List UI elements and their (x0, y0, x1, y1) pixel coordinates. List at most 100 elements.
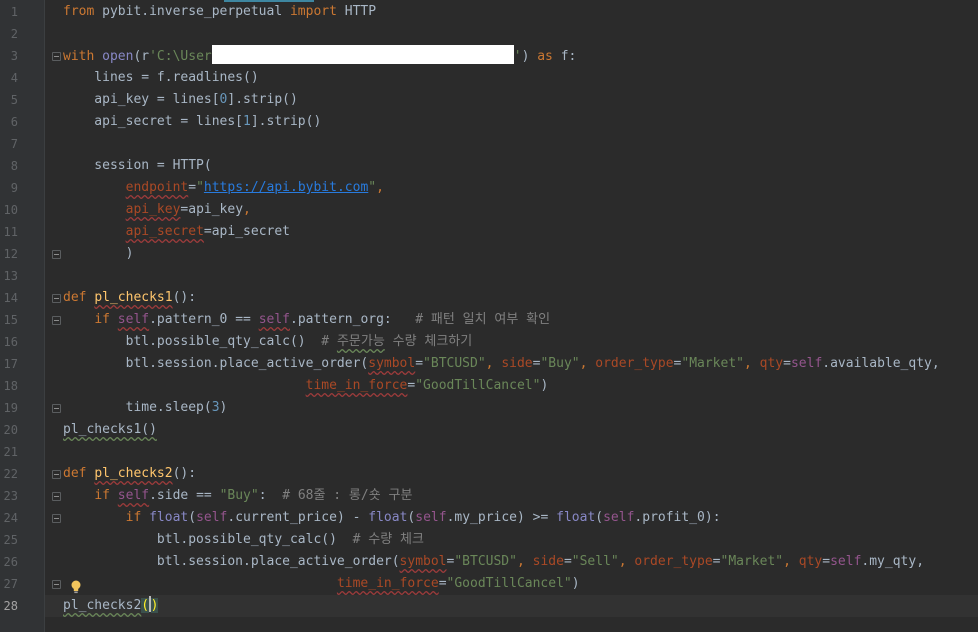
matched-paren: ( (141, 598, 150, 613)
keyword-arg-side: side (532, 554, 564, 569)
code-line-17[interactable]: btl.session.place_active_order(symbol="B… (63, 353, 940, 375)
redacted-path-block (211, 45, 514, 64)
code-line-1[interactable]: from pybit.inverse_perpetual import HTTP (63, 1, 376, 23)
keyword-arg-qty: qty (798, 554, 823, 569)
line-number: 13 (3, 269, 18, 283)
code-token: ].strip() (227, 92, 298, 107)
line-number: 6 (10, 115, 18, 129)
code-line-20[interactable]: pl_checks1() (63, 419, 157, 441)
keyword-arg-api-key: api_key (125, 202, 181, 217)
code-line-24[interactable]: if float(self.current_price) - float(sel… (63, 507, 721, 529)
code-line-19[interactable]: time.sleep(3) (63, 397, 228, 419)
fold-marker-icon[interactable] (52, 52, 61, 61)
code-line-9[interactable]: endpoint="https://api.bybit.com", (63, 177, 384, 199)
line-number: 18 (3, 379, 18, 393)
fold-marker-icon[interactable] (52, 316, 61, 325)
code-token: .available_qty, (822, 356, 940, 371)
code-editor[interactable]: 1 2 3 4 5 6 7 8 9 10 11 12 13 14 15 16 1… (0, 0, 978, 632)
builtin-float: float (556, 510, 596, 525)
url-link[interactable]: https://api.bybit.com (204, 180, 368, 195)
fold-marker-icon[interactable] (52, 492, 61, 501)
line-number: 21 (3, 445, 18, 459)
keyword-arg-api-secret: api_secret (125, 224, 204, 239)
fold-marker-icon[interactable] (52, 514, 61, 523)
code-token: ) (63, 246, 134, 261)
code-line-4[interactable]: lines = f.readlines() (63, 67, 258, 89)
code-token: .pattern_org: (290, 312, 416, 327)
code-line-26[interactable]: btl.session.place_active_order(symbol = "B… (63, 551, 924, 573)
code-line-11[interactable]: api_secret=api_secret (63, 221, 290, 243)
code-line-8[interactable]: session = HTTP( (63, 155, 212, 177)
keyword-if: if (94, 488, 110, 503)
code-token: btl.session.place_active_order( (63, 356, 369, 371)
code-line-16[interactable]: btl.possible_qty_calc() # 주문가능 수량 체크하기 (63, 331, 473, 353)
fold-marker-icon[interactable] (52, 404, 61, 413)
string-literal: "GoodTillCancel" (415, 378, 541, 393)
code-token: .profit_0): (634, 510, 721, 525)
code-line-25[interactable]: btl.possible_qty_calc() # 수량 체크 (63, 529, 424, 551)
line-number: 25 (3, 533, 18, 547)
comment: 수량 체크하기 (384, 334, 473, 349)
code-line-14[interactable]: def pl_checks1(): (63, 287, 196, 309)
comma: , (516, 554, 533, 569)
builtin-float: float (368, 510, 408, 525)
fold-marker-icon[interactable] (52, 470, 61, 479)
code-line-5[interactable]: api_key = lines[0].strip() (63, 89, 298, 111)
self-ref: self (117, 312, 150, 327)
string-literal: "BTCUSD" (454, 554, 517, 569)
fold-marker-icon[interactable] (52, 580, 61, 589)
code-token: .side == (149, 488, 220, 503)
code-line-22[interactable]: def pl_checks2(): (63, 463, 196, 485)
string-literal: "BTCUSD" (423, 356, 486, 371)
code-token: ) (571, 576, 580, 591)
code-token: ( (188, 510, 197, 525)
string-literal: "Sell" (571, 554, 619, 569)
keyword-with: with (63, 49, 95, 64)
code-line-10[interactable]: api_key=api_key, (63, 199, 251, 221)
code-token: HTTP (336, 4, 377, 19)
line-number: 23 (3, 489, 18, 503)
keyword-arg-time-in-force: time_in_force (305, 378, 408, 393)
code-line-23[interactable]: if self.side == "Buy": # 68줄 : 롱/숏 구분 (63, 485, 412, 507)
string-literal: "Market" (720, 554, 784, 569)
code-token: session = HTTP( (63, 158, 212, 173)
line-number: 5 (10, 93, 18, 107)
code-line-15[interactable]: if self.pattern_0 == self.pattern_org: #… (63, 309, 550, 331)
builtin-float: float (149, 510, 189, 525)
keyword-arg-endpoint: endpoint (125, 180, 189, 195)
keyword-arg-qty: qty (759, 356, 784, 371)
keyword-arg-time-in-force: time_in_force (336, 576, 439, 591)
code-token: ) (219, 400, 228, 415)
string-quote: " (368, 180, 377, 195)
code-line-3[interactable]: with open(r'C:\User ') as f: (63, 45, 576, 67)
fold-marker-icon[interactable] (52, 294, 61, 303)
keyword-from: from (63, 4, 95, 19)
fold-marker-icon[interactable] (52, 250, 61, 259)
code-line-18[interactable]: time_in_force="GoodTillCancel") (63, 375, 549, 397)
code-line-27[interactable]: time_in_force="GoodTillCancel") (63, 573, 580, 595)
comment: # (321, 334, 337, 349)
code-token: (): (172, 290, 197, 305)
code-line-28[interactable]: pl_checks2() (63, 595, 159, 617)
code-token: btl.session.place_active_order( (63, 554, 400, 569)
code-line-6[interactable]: api_secret = lines[1].strip() (63, 111, 321, 133)
string-literal: "Market" (681, 356, 744, 371)
line-number: 20 (3, 423, 18, 437)
code-token: .current_price) - (227, 510, 369, 525)
function-name: pl_checks2 (94, 466, 173, 481)
self-ref: self (415, 510, 447, 525)
comma: , (618, 554, 635, 569)
path-string: 'C:\User (149, 49, 212, 64)
comment: 주문가능 (336, 334, 385, 349)
line-number: 10 (3, 203, 18, 217)
keyword-if: if (94, 312, 110, 327)
self-ref: self (603, 510, 635, 525)
self-ref: self (258, 312, 290, 327)
line-number: 19 (3, 401, 18, 415)
code-line-12[interactable]: ) (63, 243, 134, 265)
